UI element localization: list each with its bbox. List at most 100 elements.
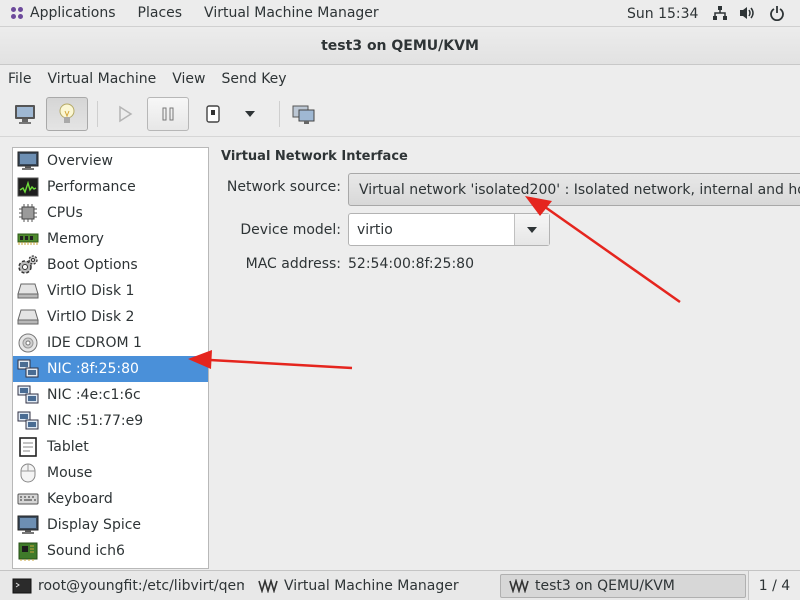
sidebar-item-cpus[interactable]: CPUs xyxy=(13,200,208,226)
sidebar-item-label: VirtIO Disk 1 xyxy=(47,283,135,299)
console-icon xyxy=(15,105,35,124)
screenshot-button[interactable] xyxy=(283,97,325,131)
applications-icon xyxy=(11,7,23,19)
sidebar-item-display-spice[interactable]: Display Spice xyxy=(13,512,208,538)
network-icon[interactable] xyxy=(711,4,729,22)
sidebar-item-mouse[interactable]: Mouse xyxy=(13,460,208,486)
app-menu-label: Virtual Machine Manager xyxy=(204,5,379,21)
menu-file[interactable]: File xyxy=(0,71,39,87)
device-model-value[interactable]: virtio xyxy=(349,222,514,238)
sidebar-item-label: Boot Options xyxy=(47,257,138,273)
task-label: Virtual Machine Manager xyxy=(284,578,459,594)
window-title: test3 on QEMU/KVM xyxy=(321,37,479,54)
vmm-icon xyxy=(509,578,529,594)
task-terminal[interactable]: root@youngfit:/etc/libvirt/qemu/... xyxy=(4,574,244,598)
sidebar-item-label: Sound ich6 xyxy=(47,543,125,559)
section-title: Virtual Network Interface xyxy=(221,149,408,164)
sidebar-item-label: NIC :51:77:e9 xyxy=(47,413,144,429)
task-label: test3 on QEMU/KVM xyxy=(535,578,675,594)
nic-icon xyxy=(17,410,39,432)
sidebar-item-nic-8f-25-80[interactable]: NIC :8f:25:80 xyxy=(13,356,208,382)
details-panel: Virtual Network Interface Network source… xyxy=(213,140,800,570)
top-bar: Applications Places Virtual Machine Mana… xyxy=(0,0,800,27)
task-label: root@youngfit:/etc/libvirt/qemu/... xyxy=(38,578,244,594)
sidebar-item-label: Tablet xyxy=(47,439,89,455)
sidebar-item-label: Display Spice xyxy=(47,517,142,533)
sidebar-item-nic-51-77-e9[interactable]: NIC :51:77:e9 xyxy=(13,408,208,434)
keyboard-icon xyxy=(17,488,39,510)
mac-address-label: MAC address: xyxy=(245,256,341,272)
disk-icon xyxy=(17,280,39,302)
volume-icon[interactable] xyxy=(738,4,756,22)
mac-address-value: 52:54:00:8f:25:80 xyxy=(348,256,474,272)
sidebar-item-boot-options[interactable]: Boot Options xyxy=(13,252,208,278)
hardware-list: Overview Performance CPUs Memory Boot Op… xyxy=(12,147,209,569)
vmm-icon xyxy=(258,578,278,594)
run-icon xyxy=(119,105,133,123)
boot-options-icon xyxy=(17,254,39,276)
network-source-value: Virtual network 'isolated200' : Isolated… xyxy=(359,181,800,198)
power-icon[interactable] xyxy=(768,4,786,22)
network-source-label: Network source: xyxy=(226,179,341,195)
sidebar-item-nic-4e-c1-6c[interactable]: NIC :4e:c1:6c xyxy=(13,382,208,408)
sidebar-item-label: Memory xyxy=(47,231,104,247)
nic-icon xyxy=(17,358,39,380)
places-menu[interactable]: Places xyxy=(127,0,194,27)
sidebar-item-overview[interactable]: Overview xyxy=(13,148,208,174)
device-model-dropdown-button[interactable] xyxy=(514,214,549,245)
sidebar-item-keyboard[interactable]: Keyboard xyxy=(13,486,208,512)
sidebar-item-performance[interactable]: Performance xyxy=(13,174,208,200)
clock-label: Sun 15:34 xyxy=(627,5,699,22)
shutdown-icon xyxy=(206,105,220,123)
sidebar-item-label: IDE CDROM 1 xyxy=(47,335,142,351)
details-button[interactable] xyxy=(46,97,88,131)
console-button[interactable] xyxy=(4,97,46,131)
sidebar-item-label: NIC :8f:25:80 xyxy=(47,361,139,377)
sidebar-item-label: Keyboard xyxy=(47,491,113,507)
screenshot-icon xyxy=(292,105,315,124)
shutdown-button[interactable] xyxy=(192,97,234,131)
sidebar-item-virtio-disk-1[interactable]: VirtIO Disk 1 xyxy=(13,278,208,304)
sidebar-item-label: Performance xyxy=(47,179,136,195)
tablet-icon xyxy=(17,436,39,458)
menu-send-key[interactable]: Send Key xyxy=(213,71,294,87)
run-button[interactable] xyxy=(104,97,146,131)
lightbulb-icon xyxy=(59,103,75,123)
toolbar xyxy=(0,93,800,137)
device-model-combobox[interactable]: virtio xyxy=(348,213,550,246)
sidebar-item-label: NIC :4e:c1:6c xyxy=(47,387,141,403)
sidebar-item-virtio-disk-2[interactable]: VirtIO Disk 2 xyxy=(13,304,208,330)
pause-icon xyxy=(162,107,174,121)
chevron-down-icon xyxy=(245,111,255,117)
sidebar-item-sound-ich6[interactable]: Sound ich6 xyxy=(13,538,208,564)
menu-virtual-machine[interactable]: Virtual Machine xyxy=(39,71,164,87)
performance-icon xyxy=(17,176,39,198)
applications-menu[interactable]: Applications xyxy=(0,0,127,27)
clock[interactable]: Sun 15:34 xyxy=(627,0,698,27)
sidebar-item-ide-cdrom-1[interactable]: IDE CDROM 1 xyxy=(13,330,208,356)
applications-label: Applications xyxy=(30,5,116,21)
mouse-icon xyxy=(17,462,39,484)
toolbar-separator xyxy=(97,101,98,127)
device-model-label: Device model: xyxy=(240,222,341,238)
overview-icon xyxy=(17,150,39,172)
sidebar-item-label: Mouse xyxy=(47,465,93,481)
window-titlebar[interactable]: test3 on QEMU/KVM xyxy=(0,27,800,65)
network-source-select[interactable]: Virtual network 'isolated200' : Isolated… xyxy=(348,173,800,206)
workspace-pager[interactable]: 1 / 4 xyxy=(748,571,800,600)
task-virtual-machine-manager[interactable]: Virtual Machine Manager xyxy=(250,574,494,598)
sidebar-item-label: Overview xyxy=(47,153,113,169)
pause-button[interactable] xyxy=(147,97,189,131)
task-test3-on-qemu-kvm[interactable]: test3 on QEMU/KVM xyxy=(500,574,746,598)
sound-icon xyxy=(17,540,39,562)
shutdown-menu-button[interactable] xyxy=(230,97,270,131)
menu-view[interactable]: View xyxy=(164,71,213,87)
app-menu[interactable]: Virtual Machine Manager xyxy=(193,0,390,27)
display-icon xyxy=(17,514,39,536)
sidebar-item-tablet[interactable]: Tablet xyxy=(13,434,208,460)
workspace-pager-label: 1 / 4 xyxy=(758,578,791,594)
taskbar: root@youngfit:/etc/libvirt/qemu/... Virt… xyxy=(0,570,800,600)
chevron-down-icon xyxy=(527,226,537,233)
sidebar-item-memory[interactable]: Memory xyxy=(13,226,208,252)
menubar: File Virtual Machine View Send Key xyxy=(0,66,800,92)
